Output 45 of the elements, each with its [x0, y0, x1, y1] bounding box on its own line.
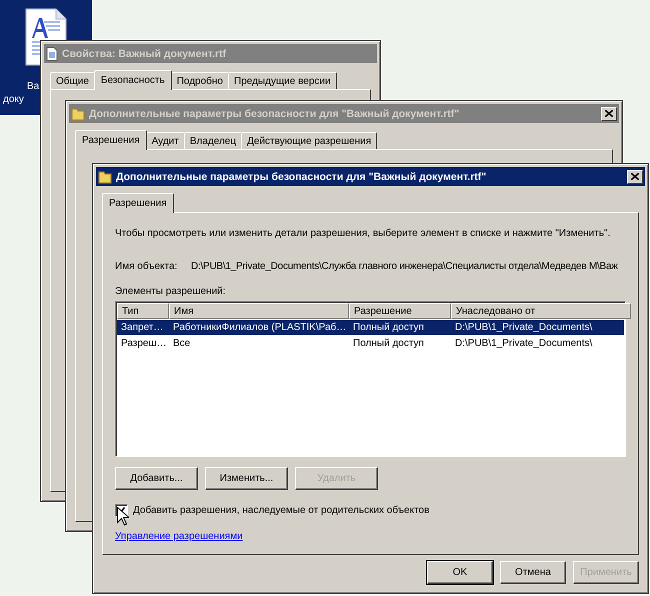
list-cell-text: РаботникиФилиалов (PLASTIK\Раб…	[172, 322, 348, 333]
tab[interactable]: Аудит	[146, 132, 185, 149]
object-name-label: Имя объекта:	[115, 261, 178, 272]
column-header[interactable]: Тип	[117, 303, 169, 319]
list-row[interactable]: Запрет… РаботникиФилиалов (PLASTIK\Раб… Полный доступ D:\PUB\1_Private_Documents\	[117, 320, 624, 335]
window-title: Дополнительные параметры безопасности для "Важный документ.rtf"	[89, 108, 460, 120]
window-title: Свойства: Важный документ.rtf	[62, 48, 228, 60]
tab[interactable]: Действующие разрешения	[241, 132, 378, 149]
tab[interactable]: Разрешения	[75, 130, 147, 150]
list-cell-text: Разреш…	[120, 338, 168, 349]
folder-icon	[71, 106, 85, 120]
icon-label: доку	[3, 93, 24, 106]
dialog-button[interactable]: Отмена	[500, 561, 566, 584]
list-button[interactable]: Изменить...	[205, 467, 288, 490]
dialog-button[interactable]: OK	[427, 561, 493, 584]
list-cell-text: Все	[172, 338, 192, 349]
column-header[interactable]: Имя	[169, 303, 349, 319]
list-cell-text: D:\PUB\1_Private_Documents\	[454, 338, 594, 349]
tab[interactable]: Безопасность	[94, 70, 172, 90]
close-icon	[605, 110, 613, 117]
list-cell-text: Полный доступ	[352, 338, 425, 349]
list-cell-text: Полный доступ	[352, 322, 425, 333]
icon-label: Ва	[27, 80, 40, 93]
list-label: Элементы разрешений:	[115, 286, 227, 297]
checkbox-label: Добавить разрешения, наследуемые от родительских объектов	[133, 505, 430, 516]
tab[interactable]: Общие	[50, 72, 95, 89]
close-button[interactable]	[627, 170, 643, 184]
column-header[interactable]: Унаследовано от	[451, 303, 631, 319]
list-cell-text: D:\PUB\1_Private_Documents\	[454, 322, 594, 333]
folder-icon	[98, 170, 112, 184]
close-icon	[631, 173, 639, 180]
tab[interactable]: Предыдущие версии	[228, 72, 337, 89]
window-title: Дополнительные параметры безопасности для "Важный документ.rtf"	[116, 170, 488, 182]
list-row[interactable]: Разреш… Все Полный доступ D:\PUB\1_Private_Documents\	[117, 336, 624, 351]
column-header[interactable]: Разрешение	[349, 303, 451, 319]
manage-permissions-link[interactable]: Управление разрешениями	[115, 531, 243, 542]
object-path: D:\PUB\1_Private_Documents\Служба главного инженера\Специалисты отдела\Медведев М\Важ	[191, 261, 618, 272]
list-cell-text: Запрет…	[120, 322, 164, 333]
tab[interactable]: Владелец	[184, 132, 242, 149]
list-button[interactable]: Добавить...	[115, 467, 198, 490]
pointer-icon	[117, 507, 129, 526]
instruction-text: Чтобы просмотреть или изменить детали разрешения, выберите элемент в списке и нажмите "Изменить".	[115, 228, 612, 239]
close-button[interactable]	[601, 106, 617, 120]
tab[interactable]: Подробно	[170, 72, 229, 89]
tab[interactable]: Разрешения	[102, 193, 174, 213]
